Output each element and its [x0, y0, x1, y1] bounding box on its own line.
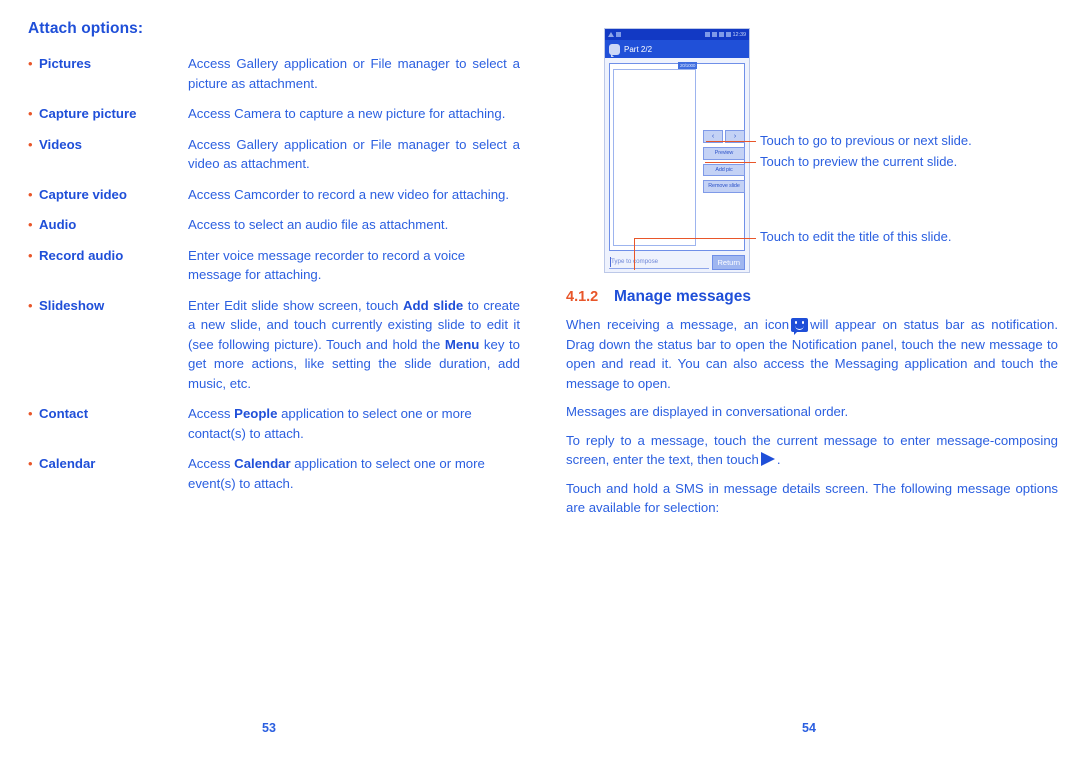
- leader-line-title-vertical: [634, 238, 636, 270]
- left-page-column: Attach options: • Pictures Access Galler…: [28, 20, 520, 504]
- desc-text: Access: [188, 406, 235, 421]
- option-term: Videos: [39, 136, 83, 152]
- paragraph-manage-intro: When receiving a message, an icon will ap…: [566, 315, 1058, 393]
- paragraph-reply: To reply to a message, touch the current…: [566, 431, 1058, 470]
- battery-icon: [725, 32, 731, 37]
- manual-spread: Attach options: • Pictures Access Galler…: [0, 0, 1080, 767]
- option-term: Calendar: [39, 456, 96, 471]
- signal-icon: [711, 32, 717, 37]
- bullet-icon: •: [28, 456, 33, 471]
- message-smiley-icon: [791, 318, 809, 335]
- paragraph-text: To reply to a message, touch the current…: [566, 432, 1058, 468]
- bullet-icon: •: [28, 186, 33, 202]
- option-description: Access Calendar application to select on…: [188, 454, 520, 493]
- emphasis-calendar: Calendar: [234, 456, 291, 471]
- list-item: • Capture picture Access Camera to captu…: [28, 104, 520, 124]
- paragraph-text: .: [776, 452, 781, 467]
- callout-next-slide: Touch to go to previous or next slide.: [760, 133, 972, 148]
- compose-row: Type to compose Return: [609, 254, 745, 270]
- option-term: Record audio: [39, 247, 124, 263]
- option-term: Audio: [39, 217, 77, 232]
- option-term: Contact: [39, 406, 89, 421]
- option-description: Access to select an audio file as attach…: [188, 217, 449, 232]
- send-arrow-icon: [760, 452, 775, 466]
- phone-status-bar: 12:39: [605, 29, 749, 40]
- compose-input[interactable]: Type to compose: [609, 255, 710, 269]
- preview-button[interactable]: Preview: [703, 147, 745, 160]
- option-description: Access Gallery application or File manag…: [188, 136, 520, 172]
- remove-slide-button[interactable]: Remove slide: [703, 180, 745, 193]
- list-item: • Contact Access People application to s…: [28, 404, 520, 443]
- emphasis-menu: Menu: [444, 336, 480, 352]
- add-pic-button[interactable]: Add pic: [703, 163, 745, 176]
- bullet-icon: •: [28, 217, 33, 232]
- option-description: Enter Edit slide show screen, touch Add …: [188, 296, 520, 394]
- desc-text: Access: [188, 456, 235, 471]
- leader-line-next-slide: [706, 141, 756, 143]
- message-icon: [616, 32, 621, 37]
- app-bar-title: Part 2/2: [624, 44, 653, 54]
- leader-line-title-horizontal: [634, 238, 756, 240]
- slideshow-figure: 12:39 Part 2/2 20/1000 ‹ › Preview Add p…: [566, 20, 1058, 273]
- list-item: • Record audio Enter voice message recor…: [28, 246, 520, 285]
- option-description: Access Camcorder to record a new video f…: [188, 186, 510, 202]
- page-number-left: 53: [262, 721, 276, 735]
- option-description: Access People application to select one …: [188, 404, 520, 443]
- option-description: Enter voice message recorder to record a…: [188, 247, 466, 283]
- paragraph-touch-hold-sms: Touch and hold a SMS in message details …: [566, 480, 1058, 516]
- character-counter: 20/1000: [678, 62, 698, 69]
- message-bubble-icon: [609, 43, 620, 57]
- phone-mockup: 12:39 Part 2/2 20/1000 ‹ › Preview Add p…: [604, 28, 750, 273]
- page-number-right: 54: [802, 721, 816, 735]
- list-item: • Audio Access to select an audio file a…: [28, 215, 520, 235]
- right-page-column: 12:39 Part 2/2 20/1000 ‹ › Preview Add p…: [566, 20, 1058, 527]
- paragraph-text: When receiving a message, an icon: [566, 317, 790, 332]
- section-title: Manage messages: [614, 288, 751, 305]
- callout-edit-title: Touch to edit the title of this slide.: [760, 229, 952, 244]
- bullet-icon: •: [28, 136, 33, 152]
- option-description: Access Camera to capture a new picture f…: [188, 106, 506, 121]
- bullet-icon: •: [28, 406, 33, 421]
- status-clock: 12:39: [732, 31, 747, 38]
- bullet-icon: •: [28, 297, 33, 313]
- wifi-icon: [718, 32, 724, 37]
- emphasis-add-slide: Add slide: [402, 297, 464, 313]
- option-term: Slideshow: [39, 297, 105, 313]
- list-item: • Videos Access Gallery application or F…: [28, 135, 520, 174]
- list-item: • Capture video Access Camcorder to reco…: [28, 185, 520, 205]
- section-number: 4.1.2: [566, 289, 599, 305]
- bullet-icon: •: [28, 106, 33, 121]
- sync-icon: [704, 32, 710, 37]
- option-term: Capture video: [39, 186, 127, 202]
- bullet-icon: •: [28, 56, 33, 71]
- desc-text: Enter Edit slide show screen, touch: [188, 297, 403, 313]
- paragraph-conversational-order: Messages are displayed in conversational…: [566, 404, 849, 419]
- return-button[interactable]: Return: [712, 254, 745, 270]
- status-right-icons: 12:39: [704, 31, 747, 38]
- callout-preview: Touch to preview the current slide.: [760, 154, 958, 169]
- phone-app-bar: Part 2/2: [605, 40, 749, 58]
- list-item: • Calendar Access Calendar application t…: [28, 454, 520, 493]
- bullet-icon: •: [28, 247, 33, 263]
- option-term: Capture picture: [39, 106, 137, 121]
- option-term: Pictures: [39, 56, 92, 71]
- option-description: Access Gallery application or File manag…: [188, 56, 520, 91]
- emphasis-people: People: [234, 406, 278, 421]
- section-heading: 4.1.2 Manage messages: [566, 288, 1058, 306]
- leader-line-preview: [705, 162, 756, 164]
- page-title: Attach options:: [28, 20, 144, 37]
- list-item: • Slideshow Enter Edit slide show screen…: [28, 296, 520, 394]
- list-item: • Pictures Access Gallery application or…: [28, 54, 520, 93]
- slide-thumbnail[interactable]: [613, 69, 696, 246]
- warning-icon: [608, 32, 614, 37]
- phone-screen-body: 20/1000 ‹ › Preview Add pic Remove slide…: [605, 58, 749, 272]
- status-left-icons: [608, 32, 621, 37]
